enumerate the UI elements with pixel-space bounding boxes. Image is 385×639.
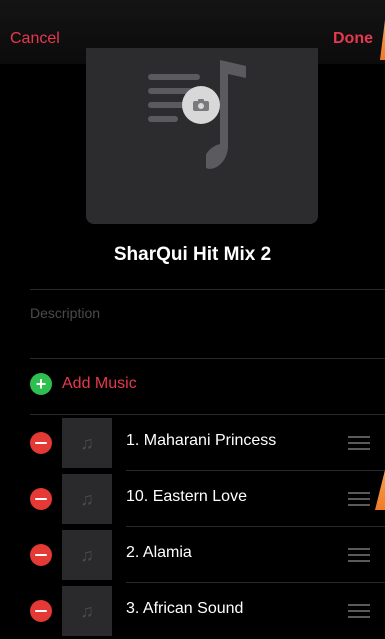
add-music-button[interactable]: + Add Music bbox=[30, 373, 137, 395]
song-artwork: ♫ bbox=[62, 418, 112, 468]
reorder-handle-icon[interactable] bbox=[348, 604, 370, 622]
playlist-artwork[interactable] bbox=[86, 48, 318, 224]
song-title: 2. Alamia bbox=[126, 544, 192, 561]
cancel-button[interactable]: Cancel bbox=[10, 30, 60, 48]
song-artwork: ♫ bbox=[62, 586, 112, 636]
song-title: 10. Eastern Love bbox=[126, 488, 247, 505]
list-item: ♫ 2. Alamia bbox=[0, 527, 385, 583]
remove-icon[interactable] bbox=[30, 600, 52, 622]
music-note-icon: ♫ bbox=[80, 488, 94, 509]
reorder-handle-icon[interactable] bbox=[348, 548, 370, 566]
divider bbox=[30, 289, 385, 290]
song-title: 1. Maharani Princess bbox=[126, 432, 277, 449]
song-artwork: ♫ bbox=[62, 474, 112, 524]
done-button[interactable]: Done bbox=[333, 30, 373, 48]
add-music-label: Add Music bbox=[62, 375, 137, 392]
list-item: ♫ 1. Maharani Princess bbox=[0, 415, 385, 471]
divider bbox=[30, 358, 385, 359]
reorder-handle-icon[interactable] bbox=[348, 436, 370, 454]
description-field[interactable]: Description bbox=[30, 305, 100, 321]
music-note-icon: ♫ bbox=[80, 432, 94, 453]
remove-icon[interactable] bbox=[30, 432, 52, 454]
remove-icon[interactable] bbox=[30, 544, 52, 566]
list-item: ♫ 10. Eastern Love bbox=[0, 471, 385, 527]
list-item: ♫ 3. African Sound bbox=[0, 583, 385, 639]
camera-icon[interactable] bbox=[182, 86, 220, 124]
playlist-title[interactable]: SharQui Hit Mix 2 bbox=[0, 244, 385, 266]
reorder-handle-icon[interactable] bbox=[348, 492, 370, 510]
music-note-icon: ♫ bbox=[80, 544, 94, 565]
song-title: 3. African Sound bbox=[126, 600, 244, 617]
music-note-icon: ♫ bbox=[80, 600, 94, 621]
plus-icon: + bbox=[30, 373, 52, 395]
song-artwork: ♫ bbox=[62, 530, 112, 580]
remove-icon[interactable] bbox=[30, 488, 52, 510]
